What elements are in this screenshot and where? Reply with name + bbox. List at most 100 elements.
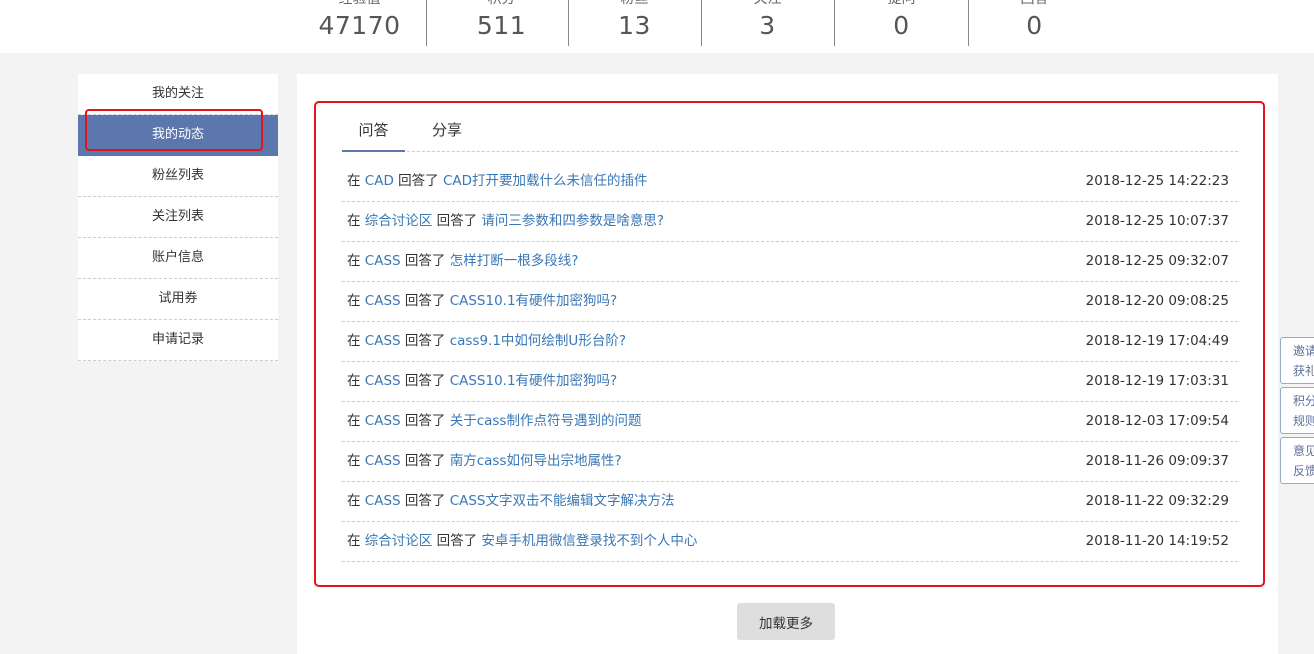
row-prefix: 在: [347, 173, 361, 189]
row-verb: 回答了: [404, 493, 446, 509]
activity-list: 在 CAD 回答了 CAD打开要加载什么未信任的插件 2018-12-25 14…: [342, 162, 1238, 562]
category-link[interactable]: CASS: [365, 333, 401, 349]
load-more-button[interactable]: 加载更多: [737, 603, 835, 640]
question-link[interactable]: cass9.1中如何绘制U形台阶?: [450, 333, 626, 349]
row-prefix: 在: [347, 413, 361, 429]
row-timestamp: 2018-12-25 14:22:23: [1085, 173, 1229, 189]
invite-gift-button[interactable]: 邀请 获礼: [1280, 337, 1314, 384]
sidebar-item-fans-list[interactable]: 粉丝列表: [78, 156, 278, 197]
list-item: 在 CASS 回答了 南方cass如何导出宗地属性? 2018-11-26 09…: [342, 442, 1238, 482]
stat-label: 积分: [435, 0, 568, 8]
float-button-line: 获礼: [1293, 364, 1314, 378]
list-item: 在 CAD 回答了 CAD打开要加载什么未信任的插件 2018-12-25 14…: [342, 162, 1238, 202]
stat-label: 经验值: [293, 0, 426, 8]
float-button-line: 意见: [1293, 444, 1314, 458]
tab-share[interactable]: 分享: [417, 112, 477, 150]
list-item: 在 CASS 回答了 怎样打断一根多段线? 2018-12-25 09:32:0…: [342, 242, 1238, 282]
stat-answers: 回答 0: [968, 0, 1101, 46]
question-link[interactable]: CASS10.1有硬件加密狗吗?: [450, 373, 618, 389]
row-prefix: 在: [347, 213, 361, 229]
category-link[interactable]: CASS: [365, 453, 401, 469]
category-link[interactable]: CASS: [365, 373, 401, 389]
stat-value: 3: [759, 11, 776, 40]
row-verb: 回答了: [404, 253, 446, 269]
stat-label: 粉丝: [568, 0, 701, 8]
row-verb: 回答了: [436, 533, 478, 549]
row-verb: 回答了: [436, 213, 478, 229]
float-button-line: 反馈: [1293, 464, 1314, 478]
list-item: 在 综合讨论区 回答了 请问三参数和四参数是啥意思? 2018-12-25 10…: [342, 202, 1238, 242]
question-link[interactable]: 怎样打断一根多段线?: [450, 253, 579, 269]
row-verb: 回答了: [404, 413, 446, 429]
row-prefix: 在: [347, 533, 361, 549]
row-prefix: 在: [347, 293, 361, 309]
row-timestamp: 2018-11-22 09:32:29: [1085, 493, 1229, 509]
question-link[interactable]: CASS10.1有硬件加密狗吗?: [450, 293, 618, 309]
category-link[interactable]: CASS: [365, 253, 401, 269]
sidebar-menu: 我的关注 我的动态 粉丝列表 关注列表 账户信息 试用券 申请记录: [78, 74, 278, 361]
feedback-button[interactable]: 意见 反馈: [1280, 437, 1314, 484]
stat-value: 47170: [318, 11, 401, 40]
stat-label: 关注: [701, 0, 834, 8]
category-link[interactable]: CASS: [365, 493, 401, 509]
row-timestamp: 2018-11-20 14:19:52: [1085, 533, 1229, 549]
tab-bar: 问答 分享: [342, 112, 1238, 152]
row-timestamp: 2018-12-19 17:04:49: [1085, 333, 1229, 349]
stat-value: 13: [618, 11, 651, 40]
stat-fans: 粉丝 13: [568, 0, 702, 46]
sidebar-item-application-records[interactable]: 申请记录: [78, 320, 278, 361]
sidebar-item-account-info[interactable]: 账户信息: [78, 238, 278, 279]
row-timestamp: 2018-12-03 17:09:54: [1085, 413, 1229, 429]
question-link[interactable]: 安卓手机用微信登录找不到个人中心: [481, 533, 697, 549]
sidebar-item-trial-vouchers[interactable]: 试用券: [78, 279, 278, 320]
stat-label: 提问: [835, 0, 968, 8]
float-button-line: 规则: [1293, 414, 1314, 428]
row-prefix: 在: [347, 253, 361, 269]
row-prefix: 在: [347, 373, 361, 389]
list-item: 在 CASS 回答了 cass9.1中如何绘制U形台阶? 2018-12-19 …: [342, 322, 1238, 362]
sidebar-item-following-list[interactable]: 关注列表: [78, 197, 278, 238]
list-item: 在 CASS 回答了 关于cass制作点符号遇到的问题 2018-12-03 1…: [342, 402, 1238, 442]
row-prefix: 在: [347, 333, 361, 349]
sidebar-item-my-activity[interactable]: 我的动态: [78, 115, 278, 156]
question-link[interactable]: 关于cass制作点符号遇到的问题: [450, 413, 642, 429]
list-item: 在 CASS 回答了 CASS文字双击不能编辑文字解决方法 2018-11-22…: [342, 482, 1238, 522]
stat-experience: 经验值 47170: [293, 0, 427, 46]
stat-points: 积分 511: [435, 0, 569, 46]
row-timestamp: 2018-12-19 17:03:31: [1085, 373, 1229, 389]
row-prefix: 在: [347, 493, 361, 509]
row-verb: 回答了: [404, 453, 446, 469]
category-link[interactable]: CASS: [365, 413, 401, 429]
list-item: 在 综合讨论区 回答了 安卓手机用微信登录找不到个人中心 2018-11-20 …: [342, 522, 1238, 562]
row-timestamp: 2018-11-26 09:09:37: [1085, 453, 1229, 469]
stats-bar: 经验值 47170 积分 511 粉丝 13 关注 3 提问 0 回答 0: [0, 0, 1314, 53]
stat-questions: 提问 0: [835, 0, 969, 46]
row-verb: 回答了: [398, 173, 439, 189]
question-link[interactable]: CASS文字双击不能编辑文字解决方法: [450, 493, 675, 509]
stat-label: 回答: [968, 0, 1101, 8]
list-item: 在 CASS 回答了 CASS10.1有硬件加密狗吗? 2018-12-20 0…: [342, 282, 1238, 322]
category-link[interactable]: 综合讨论区: [365, 213, 433, 229]
row-timestamp: 2018-12-20 09:08:25: [1085, 293, 1229, 309]
float-button-line: 邀请: [1293, 344, 1314, 358]
category-link[interactable]: 综合讨论区: [365, 533, 433, 549]
question-link[interactable]: 南方cass如何导出宗地属性?: [450, 453, 622, 469]
float-button-line: 积分: [1293, 394, 1314, 408]
list-item: 在 CASS 回答了 CASS10.1有硬件加密狗吗? 2018-12-19 1…: [342, 362, 1238, 402]
row-verb: 回答了: [404, 293, 446, 309]
tab-qa[interactable]: 问答: [342, 112, 405, 152]
stat-following: 关注 3: [701, 0, 835, 46]
question-link[interactable]: 请问三参数和四参数是啥意思?: [481, 213, 664, 229]
points-rules-button[interactable]: 积分 规则: [1280, 387, 1314, 434]
row-verb: 回答了: [404, 333, 446, 349]
category-link[interactable]: CASS: [365, 293, 401, 309]
row-prefix: 在: [347, 453, 361, 469]
question-link[interactable]: CAD打开要加载什么未信任的插件: [443, 173, 648, 189]
sidebar-item-my-follows[interactable]: 我的关注: [78, 74, 278, 115]
stat-value: 0: [893, 11, 910, 40]
row-timestamp: 2018-12-25 10:07:37: [1085, 213, 1229, 229]
stat-value: 511: [476, 11, 527, 40]
row-verb: 回答了: [404, 373, 446, 389]
stat-value: 0: [1026, 11, 1043, 40]
category-link[interactable]: CAD: [365, 173, 394, 189]
